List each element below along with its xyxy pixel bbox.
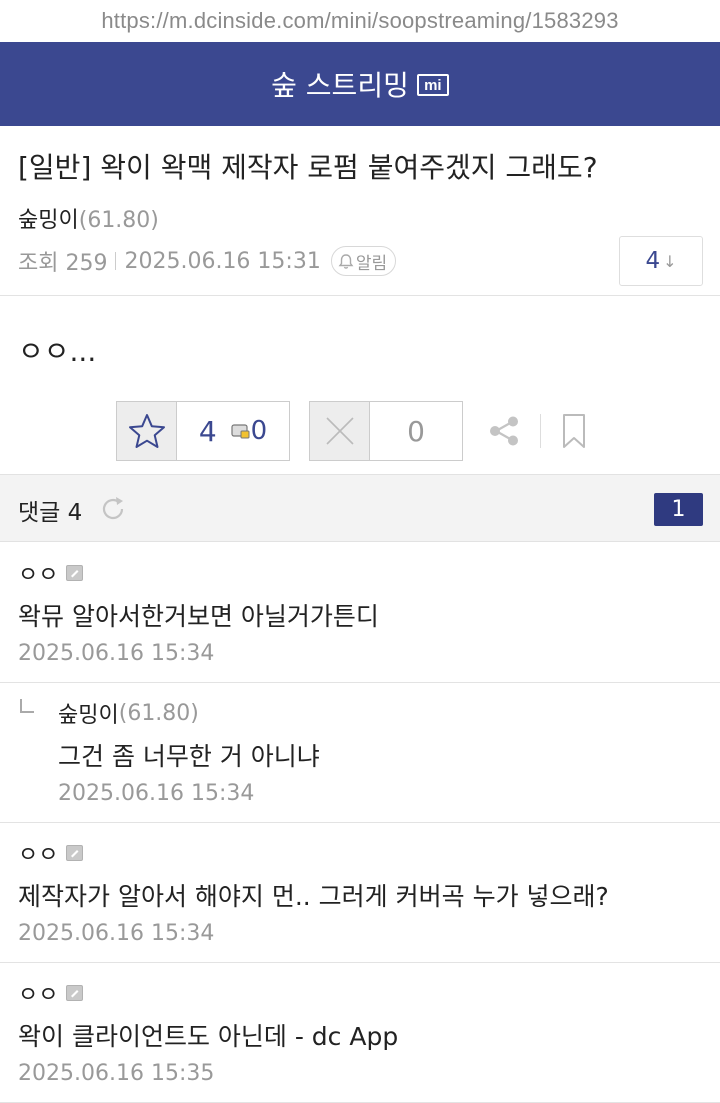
comment-item[interactable]: ㅇㅇ 왁뮤 알아서한거보면 아닐거가튼디 2025.06.16 15:34	[0, 543, 720, 683]
comment-author[interactable]: ㅇㅇ	[18, 977, 84, 1009]
alarm-label: 알림	[355, 253, 388, 274]
author-ip: (61.80)	[78, 208, 159, 233]
post-title: [일반] 왁이 왁맥 제작자 로펌 붙여주겠지 그래도?	[18, 151, 598, 184]
gallery-title[interactable]: 숲 스트리밍	[271, 64, 409, 104]
comment-text: 왁이 클라이언트도 아닌데 - dc App	[18, 1022, 399, 1051]
refresh-comments-button[interactable]	[98, 494, 128, 524]
reply-arrow-icon	[20, 699, 34, 713]
recommend-button[interactable]: 4 0	[116, 401, 290, 461]
fixed-recommend: 0	[231, 416, 268, 446]
bookmark-icon	[563, 414, 585, 448]
mini-gallery-icon: mi	[416, 74, 449, 96]
share-button[interactable]	[486, 412, 522, 450]
anonymous-nick: ㅇㅇ	[18, 563, 59, 588]
fixed-nick-icon	[66, 845, 84, 861]
author-nick: 숲밍이	[18, 208, 79, 233]
fixed-nick-icon	[66, 985, 84, 1001]
meta-divider	[115, 252, 117, 270]
post-datetime: 2025.06.16 15:31	[124, 248, 321, 274]
url-bar[interactable]: https://m.dcinside.com/mini/soopstreamin…	[0, 0, 720, 42]
share-icon	[490, 416, 518, 446]
bell-icon	[338, 253, 354, 269]
comment-date: 2025.06.16 15:34	[18, 641, 215, 666]
reply-count: 4	[645, 248, 661, 274]
comment-text: 그건 좀 너무한 거 아니냐	[58, 742, 320, 771]
anonymous-nick: ㅇㅇ	[18, 843, 59, 868]
post-author[interactable]: 숲밍이(61.80)	[18, 202, 159, 234]
star-icon	[128, 414, 165, 448]
post-meta: 조회 259 2025.06.16 15:31 알림	[18, 244, 397, 278]
x-icon	[325, 417, 354, 445]
recommend-counts: 4 0	[177, 402, 289, 460]
post-header: [일반] 왁이 왁맥 제작자 로펌 붙여주겠지 그래도? 숲밍이(61.80) …	[0, 126, 720, 296]
fixed-nick-icon	[66, 565, 84, 581]
down-arrow-icon: ↓	[663, 251, 677, 271]
comment-date: 2025.06.16 15:34	[58, 781, 255, 806]
gallery-header[interactable]: 숲 스트리밍 mi	[0, 42, 720, 126]
view-count: 조회 259	[18, 251, 108, 276]
recommend-icon-cell[interactable]	[117, 402, 177, 460]
anonymous-nick: ㅇㅇ	[18, 983, 59, 1008]
recommend-count: 4	[198, 414, 217, 448]
refresh-icon	[102, 497, 124, 520]
not-recommend-count: 0	[407, 414, 425, 448]
comment-text: 제작자가 알아서 해야지 먼.. 그러게 커버곡 누가 넣으래?	[18, 882, 609, 911]
comment-item[interactable]: ㅇㅇ 왁이 클라이언트도 아닌데 - dc App 2025.06.16 15:35	[0, 963, 720, 1103]
vote-divider	[540, 414, 541, 448]
fixed-recommend-count: 0	[250, 416, 268, 446]
vote-area: 4 0 0	[0, 400, 720, 462]
comment-author[interactable]: ㅇㅇ	[18, 837, 84, 869]
comment-author[interactable]: ㅇㅇ	[18, 557, 84, 589]
bookmark-button[interactable]	[558, 412, 590, 450]
url-text: https://m.dcinside.com/mini/soopstreamin…	[101, 8, 619, 33]
alarm-button[interactable]: 알림	[330, 246, 397, 276]
not-recommend-button[interactable]: 0	[309, 401, 463, 461]
comment-text: 왁뮤 알아서한거보면 아닐거가튼디	[18, 602, 379, 631]
comment-bar: 댓글 4 1	[0, 474, 720, 542]
comment-page-number[interactable]: 1	[654, 493, 703, 526]
fix-recommend-icon	[231, 424, 250, 439]
comment-nick: 숲밍이	[58, 703, 119, 728]
comment-date: 2025.06.16 15:35	[18, 1061, 215, 1086]
not-recommend-icon-cell[interactable]	[310, 402, 370, 460]
comment-author[interactable]: 숲밍이 (61.80)	[58, 697, 199, 729]
comment-item[interactable]: ㅇㅇ 제작자가 알아서 해야지 먼.. 그러게 커버곡 누가 넣으래? 2025.0…	[0, 823, 720, 963]
reply-comment[interactable]: 숲밍이 (61.80) 그건 좀 너무한 거 아니냐 2025.06.16 15:34	[0, 683, 720, 823]
comment-count-label: 댓글 4	[18, 500, 83, 526]
comment-ip: (61.80)	[118, 700, 199, 726]
jump-to-comments-button[interactable]: 4 ↓	[619, 236, 703, 286]
post-body: ㅇㅇ...	[18, 335, 97, 368]
comment-date: 2025.06.16 15:34	[18, 921, 215, 946]
